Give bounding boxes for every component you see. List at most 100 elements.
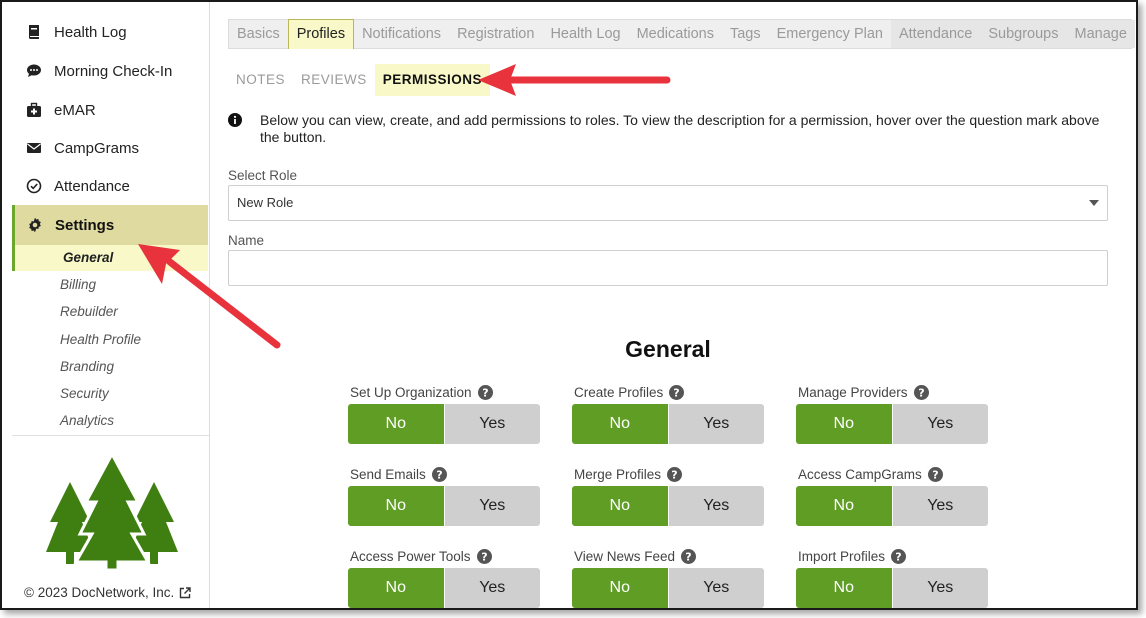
permission-import-profiles: Import Profiles? No Yes [796,549,988,608]
question-icon[interactable]: ? [476,549,492,564]
permission-set-up-organization: Set Up Organization? No Yes [348,385,540,445]
no-button[interactable]: No [572,568,668,608]
tab-basics[interactable]: Basics [229,20,288,48]
permission-label: Send Emails [350,467,426,482]
settings-sub-security[interactable]: Security [60,384,109,404]
question-icon[interactable]: ? [431,467,447,482]
name-label: Name [228,233,265,248]
no-button[interactable]: No [348,404,444,444]
info-text: Below you can view, create, and add perm… [260,112,1100,145]
main-content: Basics Profiles Notifications Registrati… [211,2,1136,608]
permission-label: Access CampGrams [798,467,922,482]
question-icon[interactable]: ? [667,467,683,482]
yes-button[interactable]: Yes [668,404,764,444]
svg-text:?: ? [932,469,938,482]
medkit-icon [27,102,41,117]
settings-sub-rebuilder[interactable]: Rebuilder [60,302,118,322]
yes-button[interactable]: Yes [892,568,988,608]
gear-icon [29,217,41,233]
copyright-text: © 2023 DocNetwork, Inc. [24,585,191,600]
caret-down-icon [1089,200,1099,206]
yes-button[interactable]: Yes [892,404,988,444]
permission-label: Manage Providers [798,385,908,400]
sidebar-item-label: eMAR [54,101,96,119]
sidebar-item-settings[interactable]: Settings [15,205,208,245]
yes-button[interactable]: Yes [668,486,764,526]
sidebar-item-health-log[interactable]: Health Log [2,14,210,50]
sidebar-item-campgrams[interactable]: CampGrams [2,130,210,166]
tab-tags[interactable]: Tags [722,20,769,48]
name-input[interactable] [228,250,1108,286]
pine-trees-logo-icon [46,452,178,572]
sidebar-divider [12,435,210,436]
subtab-notes[interactable]: NOTES [228,64,293,96]
question-icon[interactable]: ? [913,385,929,400]
permission-label: Set Up Organization [350,385,472,400]
select-role-label: Select Role [228,168,298,183]
external-link-icon[interactable] [179,586,191,599]
yes-button[interactable]: Yes [444,568,540,608]
no-button[interactable]: No [796,568,892,608]
permission-create-profiles: Create Profiles? No Yes [572,385,764,445]
no-button[interactable]: No [572,404,668,444]
book-icon [29,25,39,39]
role-select-value: New Role [237,195,294,210]
question-icon[interactable]: ? [669,385,685,400]
subtab-permissions[interactable]: PERMISSIONS [374,64,491,96]
no-button[interactable]: No [572,486,668,526]
permission-access-campgrams: Access CampGrams? No Yes [796,467,988,527]
sidebar-item-attendance[interactable]: Attendance [2,168,210,204]
role-select[interactable]: New Role [228,185,1108,221]
settings-sub-general[interactable]: General [63,248,113,268]
tab-registration[interactable]: Registration [449,20,542,48]
tab-notifications[interactable]: Notifications [354,20,449,48]
settings-sub-branding[interactable]: Branding [60,357,114,377]
permission-view-news-feed: View News Feed? No Yes [572,549,764,608]
svg-text:?: ? [895,551,901,564]
check-circle-icon [26,178,42,194]
app-window: Health Log Morning Check-In eMAR CampGra… [0,0,1138,610]
settings-group: Settings General [12,205,208,271]
svg-text:?: ? [685,551,691,564]
info-icon [228,113,242,127]
tab-health-log[interactable]: Health Log [542,20,628,48]
no-button[interactable]: No [348,568,444,608]
tab-emergency-plan[interactable]: Emergency Plan [769,20,891,48]
tab-profiles[interactable]: Profiles [287,19,355,49]
question-icon[interactable]: ? [927,467,943,482]
svg-text:?: ? [481,551,487,564]
profile-tabs: Basics Profiles Notifications Registrati… [228,19,1135,49]
yes-button[interactable]: Yes [668,568,764,608]
svg-text:?: ? [674,387,680,400]
no-button[interactable]: No [796,486,892,526]
question-icon[interactable]: ? [891,549,907,564]
subtab-reviews[interactable]: REVIEWS [293,64,375,96]
sidebar: Health Log Morning Check-In eMAR CampGra… [2,2,210,608]
settings-sub-analytics[interactable]: Analytics [60,411,114,431]
tab-subgroups[interactable]: Subgroups [980,20,1067,48]
yes-button[interactable]: Yes [444,404,540,444]
settings-sub-billing[interactable]: Billing [60,275,96,295]
settings-sub-health-profile[interactable]: Health Profile [60,330,141,350]
sidebar-item-label: CampGrams [54,139,140,157]
permission-send-emails: Send Emails? No Yes [348,467,540,527]
question-icon[interactable]: ? [477,385,493,400]
no-button[interactable]: No [796,404,892,444]
section-title: General [625,336,711,362]
sidebar-item-morning-check-in[interactable]: Morning Check-In [2,53,210,89]
no-button[interactable]: No [348,486,444,526]
permission-label: Create Profiles [574,385,664,400]
sidebar-item-label: Attendance [54,177,130,195]
question-icon[interactable]: ? [681,549,697,564]
permission-label: View News Feed [574,549,676,564]
tab-medications[interactable]: Medications [629,20,722,48]
sidebar-item-label: Health Log [54,23,127,41]
settings-label: Settings [55,216,115,234]
tab-manage[interactable]: Manage [1066,20,1135,48]
yes-button[interactable]: Yes [444,486,540,526]
yes-button[interactable]: Yes [892,486,988,526]
tab-attendance[interactable]: Attendance [890,20,981,48]
svg-text:?: ? [482,387,488,400]
sidebar-item-emar[interactable]: eMAR [2,92,210,128]
permissions-info: Below you can view, create, and add perm… [228,112,1108,146]
